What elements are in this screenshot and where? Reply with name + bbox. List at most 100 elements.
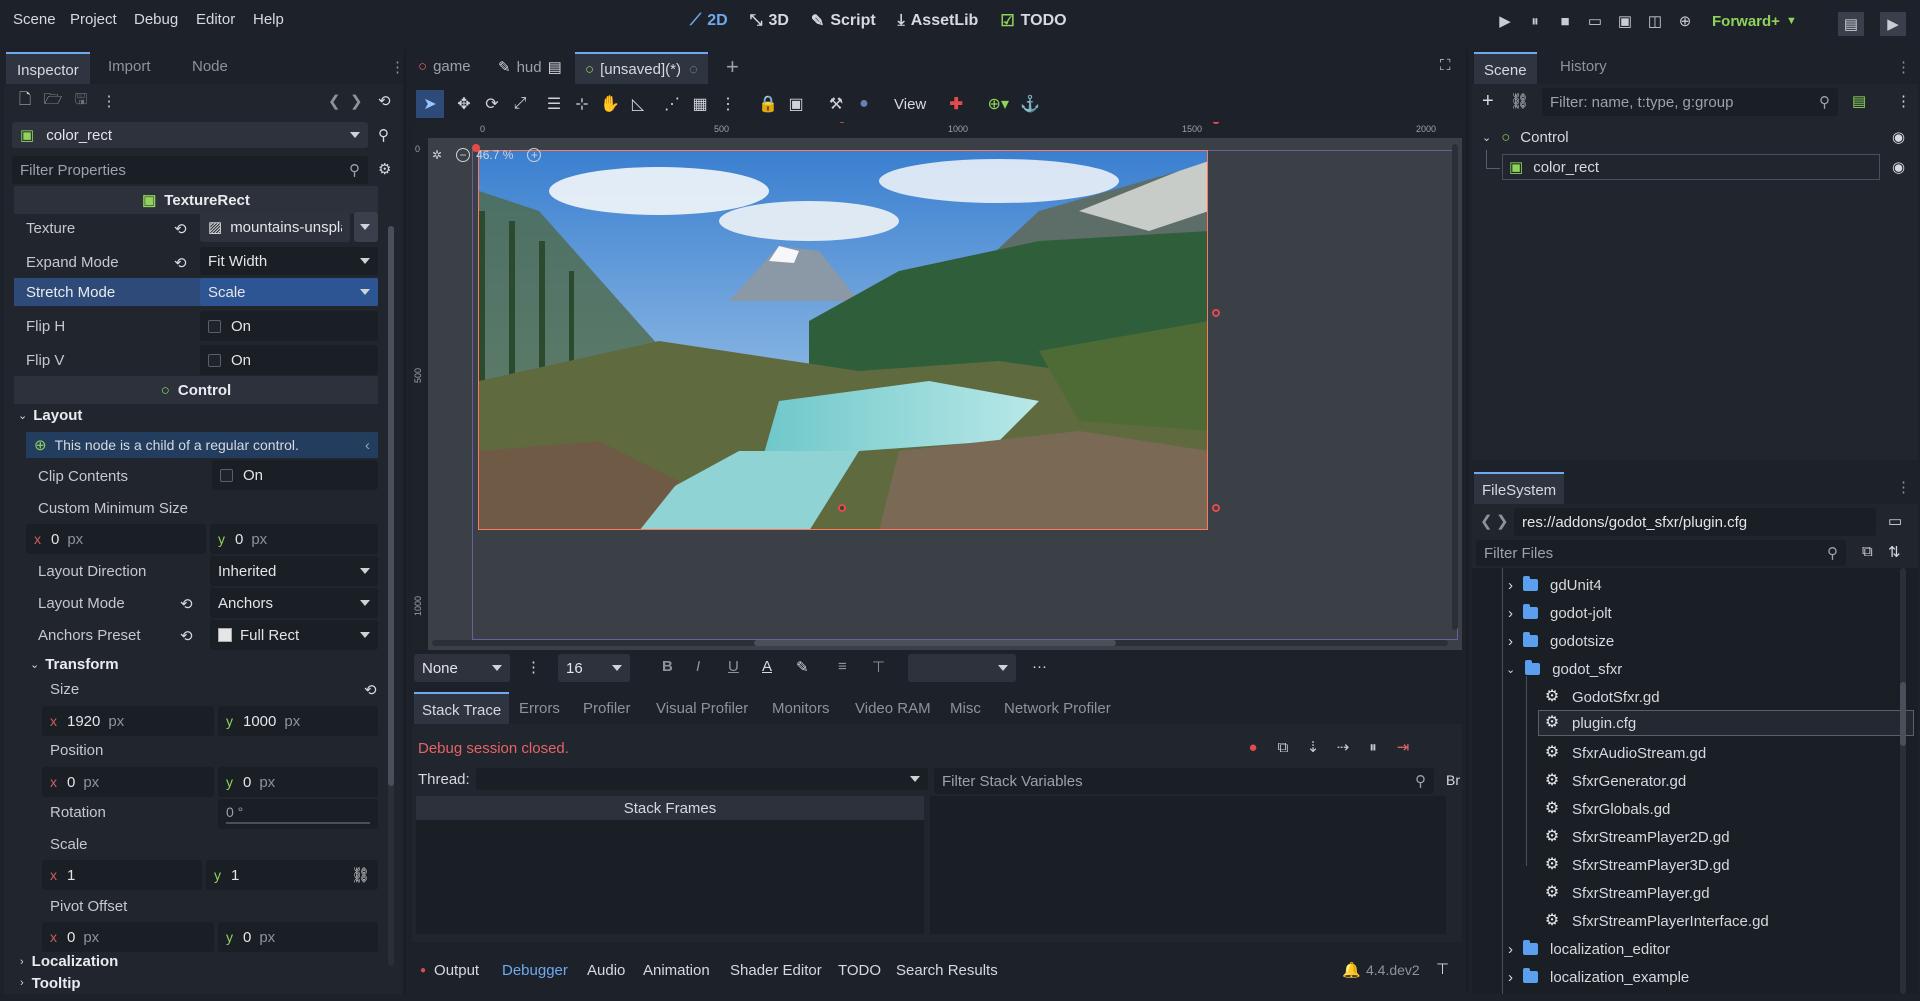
file-item-localization-editor[interactable]: › localization_editor [1508, 936, 1670, 962]
bone-icon[interactable]: ⚒ [822, 90, 850, 118]
history-back-icon[interactable]: ❮ [328, 92, 341, 110]
more-icon[interactable]: ⋮ [1896, 478, 1911, 496]
scale-x-field[interactable]: x1 [42, 860, 202, 890]
bottom-tab-animation[interactable]: Animation [643, 962, 710, 979]
tab-node[interactable]: Node [192, 58, 228, 75]
step-over-icon[interactable]: ⇢ [1332, 736, 1354, 758]
menu-debug[interactable]: Debug [134, 11, 178, 28]
file-item-sfxrstreamplayerinterface-gd[interactable]: ⚙ SfxrStreamPlayerInterface.gd [1544, 908, 1769, 934]
file-item-sfxrstreamplayer3d-gd[interactable]: ⚙ SfxrStreamPlayer3D.gd [1544, 852, 1730, 878]
tab-scene[interactable]: Scene [1474, 52, 1537, 84]
add-node-icon[interactable]: + [1482, 90, 1494, 113]
pause-icon[interactable]: ⏸ [1520, 10, 1550, 32]
movie-maker-icon[interactable]: ▣ [1610, 10, 1640, 32]
italic-icon[interactable]: I [696, 658, 700, 675]
file-item-sfxrstreamplayer2d-gd[interactable]: ⚙ SfxrStreamPlayer2D.gd [1544, 824, 1730, 850]
tab-visual-profiler[interactable]: Visual Profiler [656, 700, 748, 717]
revert-icon[interactable]: ⟲ [180, 595, 193, 613]
color-rect-image[interactable] [478, 150, 1208, 530]
visibility-icon[interactable]: ◉ [1892, 158, 1905, 176]
revert-icon[interactable]: ⟲ [180, 627, 193, 645]
menu-project[interactable]: Project [70, 11, 117, 28]
stretch-mode-select[interactable]: Scale [200, 278, 378, 306]
distraction-free-icon[interactable]: ▶ [1880, 12, 1906, 36]
group-icon[interactable]: ▣ [782, 90, 810, 118]
tab-network-profiler[interactable]: Network Profiler [1004, 700, 1111, 717]
save-icon[interactable]: 🖫 [70, 90, 92, 112]
path-field[interactable]: res://addons/godot_sfxr/plugin.cfg [1514, 508, 1876, 536]
menu-help[interactable]: Help [253, 11, 284, 28]
more-icon[interactable]: ⋮ [1896, 58, 1911, 76]
size-y-field[interactable]: y 1000 px [218, 706, 378, 736]
camera-icon[interactable]: ● [850, 90, 878, 118]
pan-tool-icon[interactable]: ✋ [596, 90, 624, 118]
play-custom-icon[interactable]: ⊕ [1670, 10, 1700, 32]
collapse-all-icon[interactable]: ⧉ [1862, 543, 1873, 560]
scale-tool-icon[interactable]: ⤢ [506, 90, 534, 118]
grid-snap-icon[interactable]: ▦ [686, 90, 714, 118]
move-tool-icon[interactable]: ✥ [450, 90, 478, 118]
anchor-icon[interactable]: ⚓ [1016, 90, 1044, 118]
zoom-level[interactable]: 46.7 % [476, 148, 513, 162]
scene-tree-child[interactable]: ▣ color_rect [1502, 154, 1880, 180]
instance-scene-icon[interactable]: ⛓ [1510, 92, 1529, 110]
step-into-icon[interactable]: ⇣ [1302, 736, 1324, 758]
bottom-tab-search-results[interactable]: Search Results [896, 962, 998, 979]
tab-import[interactable]: Import [108, 58, 151, 75]
flip-h-checkbox[interactable]: On [200, 311, 378, 341]
revert-icon[interactable]: ⟲ [174, 220, 187, 238]
highlight-icon[interactable]: ✎ [796, 658, 809, 676]
view-menu[interactable]: View [894, 96, 926, 113]
inspector-scrollbar-thumb[interactable] [388, 226, 394, 786]
menu-editor[interactable]: Editor [196, 11, 235, 28]
min-size-y-field[interactable]: y 0 px [210, 524, 378, 554]
smart-snap-icon[interactable]: ⋰ [658, 90, 686, 118]
copy-icon[interactable]: ⧉ [1272, 736, 1294, 758]
left-splitter[interactable] [404, 50, 406, 994]
filesystem-scrollbar-thumb[interactable] [1900, 682, 1906, 746]
more-icon[interactable]: ⋮ [526, 658, 541, 676]
pin-panel-icon[interactable]: ⊤ [1436, 960, 1449, 978]
break-icon[interactable]: ⏸ [1362, 736, 1384, 758]
file-item-gdunit4[interactable]: › gdUnit4 [1508, 572, 1602, 598]
filesystem-scrollbar[interactable] [1900, 568, 1906, 994]
clip-contents-checkbox[interactable]: On [212, 460, 378, 490]
position-icon[interactable]: ✚ [942, 90, 970, 118]
align-icon[interactable]: ≡ [838, 658, 847, 675]
texture-menu-button[interactable] [354, 212, 378, 242]
bottom-tab-debugger[interactable]: Debugger [502, 962, 568, 979]
menu-scene[interactable]: Scene [13, 11, 56, 28]
record-icon[interactable]: ● [1242, 736, 1264, 758]
attach-script-icon[interactable]: ▤ [1852, 92, 1866, 110]
add-anchor-icon[interactable]: ⊕▾ [980, 90, 1016, 118]
scene-filter-input[interactable]: Filter: name, t:type, g:group ⚲ [1542, 88, 1838, 116]
zoom-reset-icon[interactable]: ✲ [432, 148, 442, 162]
filter-stack-variables-input[interactable]: Filter Stack Variables ⚲ [934, 768, 1434, 794]
editor-tab-unsaved[interactable]: ○ [unsaved](*) ◌ [575, 52, 708, 84]
more-icon[interactable]: ⋮ [98, 90, 120, 112]
fullscreen-icon[interactable]: ⛶ [1440, 57, 1451, 74]
file-item-sfxraudiostream-gd[interactable]: ⚙ SfxrAudioStream.gd [1544, 740, 1706, 766]
play-scene-icon[interactable]: ◫ [1640, 10, 1670, 32]
pivot-x-field[interactable]: x 0 px [42, 922, 214, 952]
node-selector[interactable]: ▣ color_rect [12, 122, 368, 148]
style-select[interactable]: None [414, 654, 510, 682]
file-item-localization-example[interactable]: › localization_example [1508, 964, 1689, 990]
bottom-tab-audio[interactable]: Audio [587, 962, 625, 979]
bold-icon[interactable]: B [662, 658, 673, 675]
localization-group-header[interactable]: › Localization [20, 953, 118, 970]
valign-icon[interactable]: ⊤ [872, 658, 885, 676]
more-icon[interactable]: ⋮ [1896, 92, 1911, 110]
file-item-sfxrgenerator-gd[interactable]: ⚙ SfxrGenerator.gd [1544, 768, 1686, 794]
workspace-assetlib[interactable]: ⤓ AssetLib [898, 12, 979, 30]
play-icon[interactable]: ▶ [1490, 10, 1520, 32]
visibility-icon[interactable]: ◉ [1892, 128, 1905, 146]
sort-icon[interactable]: ⇅ [1888, 543, 1901, 561]
continue-icon[interactable]: ⇥ [1392, 736, 1414, 758]
tab-monitors[interactable]: Monitors [772, 700, 830, 717]
canvas-viewport[interactable]: 0 500 1000 1500 2000 0 500 1000 ✲ − 46.7… [412, 122, 1462, 650]
handle-middle-right[interactable] [1212, 309, 1220, 317]
rotate-tool-icon[interactable]: ⟳ [478, 90, 506, 118]
font-color-icon[interactable]: A [762, 658, 772, 675]
renderer-select[interactable]: Forward+ [1712, 13, 1780, 30]
